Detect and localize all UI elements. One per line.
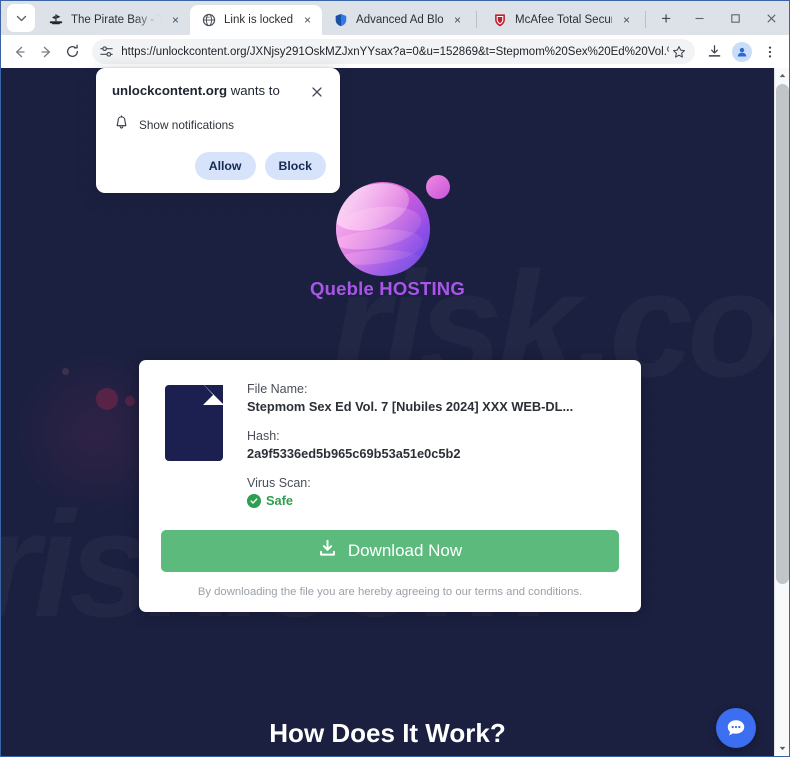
tab-close-button[interactable]: × xyxy=(300,13,315,28)
decorative-blob xyxy=(125,396,135,406)
page-scrollbar[interactable] xyxy=(774,68,789,756)
browser-toolbar: https://unlockcontent.org/JXNjsy291OskMZ… xyxy=(1,35,789,68)
document-file-icon xyxy=(165,385,223,461)
decorative-blob xyxy=(96,388,118,410)
scrollbar-thumb[interactable] xyxy=(776,84,789,584)
minimize-window-button[interactable] xyxy=(681,1,717,35)
queble-orb-logo xyxy=(323,164,453,276)
caret-down-icon xyxy=(779,746,786,751)
chat-bubble-dots-icon xyxy=(727,720,745,736)
tab-close-button[interactable]: × xyxy=(168,13,183,28)
tab-close-button[interactable]: × xyxy=(450,13,465,28)
shield-icon xyxy=(333,12,349,28)
browser-menu-button[interactable] xyxy=(758,40,782,64)
bell-icon xyxy=(114,115,129,135)
scroll-down-button[interactable] xyxy=(775,741,789,756)
close-icon xyxy=(312,87,322,97)
site-name: Queble HOSTING xyxy=(310,278,465,299)
browser-tab-link-is-locked[interactable]: Link is locked × xyxy=(190,5,323,35)
permission-dialog-actions: Allow Block xyxy=(112,152,326,180)
file-name-field: File Name: Stepmom Sex Ed Vol. 7 [Nubile… xyxy=(247,382,619,414)
allow-notifications-button[interactable]: Allow xyxy=(194,152,256,180)
hash-field: Hash: 2a9f5336ed5b965c69b53a51e0c5b2 xyxy=(247,429,619,461)
tune-icon[interactable] xyxy=(96,41,117,62)
notification-permission-dialog: unlockcontent.org wants to Show notifica… xyxy=(96,68,340,193)
address-bar[interactable]: https://unlockcontent.org/JXNjsy291OskMZ… xyxy=(92,39,696,64)
browser-tab-title: The Pirate Bay - The ga xyxy=(71,14,161,26)
maximize-icon xyxy=(730,13,740,23)
browser-tab-title: Advanced Ad Blocker xyxy=(356,14,444,26)
permission-title-suffix: wants to xyxy=(227,83,280,98)
reload-button[interactable] xyxy=(60,39,84,65)
terms-disclaimer: By downloading the file you are hereby a… xyxy=(197,586,583,598)
star-icon[interactable] xyxy=(669,42,689,62)
permission-dialog-title: unlockcontent.org wants to xyxy=(112,82,300,99)
download-card: File Name: Stepmom Sex Ed Vol. 7 [Nubile… xyxy=(139,360,641,612)
close-window-button[interactable] xyxy=(753,1,789,35)
permission-request-row: Show notifications xyxy=(112,115,326,135)
url-text[interactable]: https://unlockcontent.org/JXNjsy291OskMZ… xyxy=(117,46,669,58)
download-tray-icon xyxy=(318,539,337,563)
chat-widget-button[interactable] xyxy=(716,708,756,748)
forward-button[interactable] xyxy=(34,39,58,65)
mcafee-shield-icon xyxy=(492,12,508,28)
permission-request-label: Show notifications xyxy=(139,118,235,132)
tab-search-button[interactable] xyxy=(7,4,35,32)
download-now-label: Download Now xyxy=(347,541,463,560)
person-icon xyxy=(737,47,747,56)
browser-tab-title: Link is locked xyxy=(224,14,294,26)
logo-accent-dot xyxy=(425,175,450,199)
permission-dialog-close-button[interactable] xyxy=(308,83,326,101)
browser-tab-advanced-ad-blocker[interactable]: Advanced Ad Blocker × xyxy=(322,5,472,35)
hash-value: 2a9f5336ed5b965c69b53a51e0c5b2 xyxy=(247,446,461,461)
file-metadata: File Name: Stepmom Sex Ed Vol. 7 [Nubile… xyxy=(247,382,619,508)
tab-divider xyxy=(476,11,478,28)
virus-scan-field: Virus Scan: Safe xyxy=(247,476,619,508)
file-name-value: Stepmom Sex Ed Vol. 7 [Nubiles 2024] XXX… xyxy=(247,399,574,414)
downloads-button[interactable] xyxy=(702,40,726,64)
new-tab-button[interactable]: + xyxy=(653,6,679,32)
virus-scan-label: Virus Scan: xyxy=(247,476,311,490)
reload-icon xyxy=(66,44,78,57)
tab-divider xyxy=(645,11,647,28)
tab-strip: The Pirate Bay - The ga × Link is locked… xyxy=(1,1,789,35)
close-icon xyxy=(766,13,776,23)
browser-tab-title: McAfee Total Security xyxy=(515,14,612,26)
globe-icon xyxy=(201,12,217,28)
decorative-blob xyxy=(62,368,69,375)
browser-tab-mcafee-total-security[interactable]: McAfee Total Security × xyxy=(481,5,641,35)
maximize-window-button[interactable] xyxy=(717,1,753,35)
logo-orb xyxy=(335,182,430,276)
window-controls xyxy=(681,1,789,35)
status-badge: Safe xyxy=(247,493,619,508)
chevron-down-icon xyxy=(16,15,26,21)
virus-scan-status: Safe xyxy=(266,493,294,508)
download-icon xyxy=(708,45,720,57)
caret-up-icon xyxy=(779,73,786,78)
three-dots-vertical-icon xyxy=(768,45,772,58)
profile-button[interactable] xyxy=(732,41,753,62)
scroll-up-button[interactable] xyxy=(775,68,789,83)
how-it-works-title: How Does It Work? xyxy=(269,718,506,748)
browser-tab-pirate-bay[interactable]: The Pirate Bay - The ga × xyxy=(37,5,190,35)
pirate-bay-ship-icon xyxy=(48,12,64,28)
minimize-icon xyxy=(695,17,703,19)
hash-label: Hash: xyxy=(247,429,280,443)
browser-window: The Pirate Bay - The ga × Link is locked… xyxy=(0,0,790,757)
tab-close-button[interactable]: × xyxy=(619,13,634,28)
file-name-label: File Name: xyxy=(247,382,308,396)
check-circle-icon xyxy=(247,493,261,508)
arrow-right-icon xyxy=(41,46,51,57)
arrow-left-icon xyxy=(15,46,25,57)
back-button[interactable] xyxy=(8,39,32,65)
download-now-button[interactable]: Download Now xyxy=(161,530,619,572)
block-notifications-button[interactable]: Block xyxy=(264,152,326,180)
permission-origin: unlockcontent.org xyxy=(112,83,228,98)
